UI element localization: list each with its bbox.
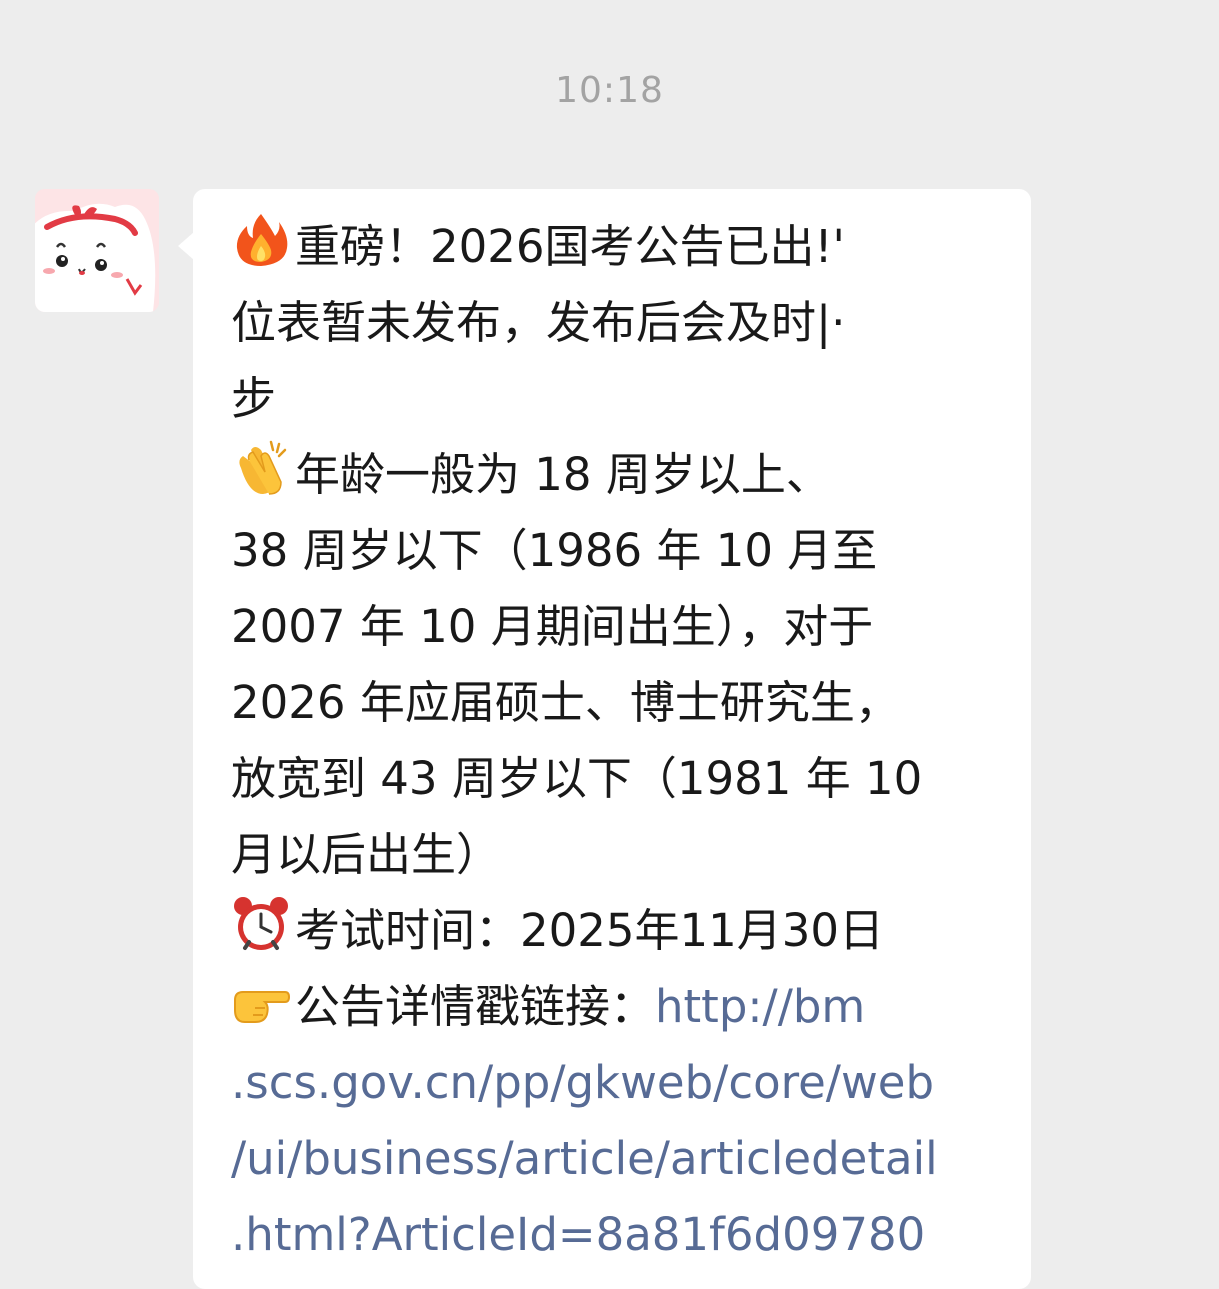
chat-timestamp: 10:18: [555, 70, 664, 111]
announcement-link[interactable]: http://bm: [655, 980, 865, 1033]
message-line-1: 重磅！2026国考公告已出!': [231, 209, 996, 285]
fire-icon: [231, 210, 291, 270]
cute-cartoon-cat-avatar-icon: [35, 189, 159, 312]
message-line-5: 38 周岁以下（1986 年 10 月至: [231, 524, 878, 577]
bubble-tail: [178, 232, 194, 260]
announcement-link-line-3[interactable]: /ui/business/article/articledetail: [231, 1121, 996, 1197]
sender-avatar[interactable]: [35, 189, 159, 312]
message-line-8: 放宽到 43 周岁以下（1981 年 10: [231, 752, 923, 805]
announcement-link-line-4[interactable]: .html?ArticleId=8a81f6d09780: [231, 1197, 996, 1273]
alarm-clock-icon: [231, 894, 291, 954]
message-line-9: 月以后出生）: [231, 828, 502, 881]
message-line-4: 年龄一般为 18 周岁以上、: [231, 437, 996, 513]
message-bubble[interactable]: 重磅！2026国考公告已出!' 位表暂未发布，发布后会及时|· 步 年龄一般为 …: [193, 189, 1031, 1289]
message-line-10: 考试时间：2025年11月30日: [231, 893, 996, 969]
message-line-2: 位表暂未发布，发布后会及时|·: [231, 296, 846, 349]
message-text[interactable]: 重磅！2026国考公告已出!' 位表暂未发布，发布后会及时|· 步 年龄一般为 …: [231, 209, 996, 1273]
clapping-hands-icon: [231, 438, 291, 498]
message-line-3: 步: [231, 372, 277, 425]
message-line-11: 公告详情戳链接：http://bm: [231, 969, 996, 1045]
message-line-6: 2007 年 10 月期间出生），对于: [231, 600, 874, 653]
announcement-link-line-2[interactable]: .scs.gov.cn/pp/gkweb/core/web: [231, 1045, 996, 1121]
message-line-7: 2026 年应届硕士、博士研究生，: [231, 676, 900, 729]
pointing-hand-icon: [231, 970, 291, 1030]
